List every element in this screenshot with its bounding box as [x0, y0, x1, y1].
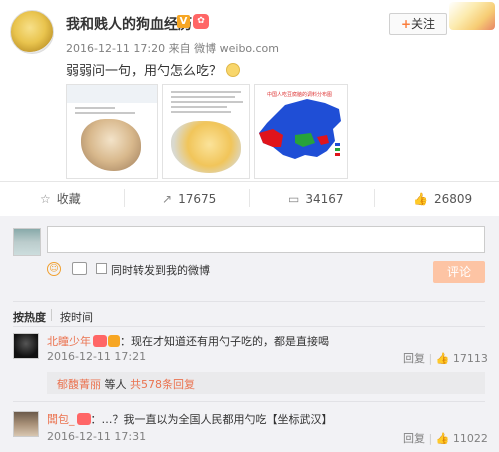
reply-button[interactable]: 回复: [403, 352, 425, 365]
image-upload-icon[interactable]: [72, 262, 87, 275]
comment-input[interactable]: [47, 226, 485, 253]
forward-count: 17675: [178, 192, 217, 206]
divider-comments: [13, 401, 485, 402]
reply-button[interactable]: 回复: [403, 432, 425, 445]
tab-sort-hot[interactable]: 按热度: [13, 309, 46, 325]
comment-avatar[interactable]: [13, 333, 39, 359]
action-separator: [249, 189, 250, 207]
corner-decoration: [449, 2, 495, 30]
star-icon: ☆: [40, 192, 51, 206]
comment-icon: ▭: [288, 192, 300, 206]
comment-author[interactable]: 北瞳少年: [47, 335, 91, 348]
comment-avatar[interactable]: [13, 411, 39, 437]
comment-time: 2016-12-11 17:21: [47, 350, 147, 363]
comment-author[interactable]: 闆包_: [47, 413, 75, 426]
reply-author[interactable]: 郁馥菁丽: [57, 378, 101, 391]
thumbs-up-icon[interactable]: 👍: [436, 432, 450, 445]
current-user-avatar: [13, 228, 41, 256]
like-button[interactable]: 👍 26809: [413, 192, 472, 206]
emoji-picker-icon[interactable]: ☺: [47, 262, 61, 276]
verified-badge-icon: V: [177, 15, 190, 28]
source-prefix: 来自: [168, 42, 191, 55]
repost-checkbox[interactable]: [96, 263, 107, 274]
thumbs-up-icon[interactable]: 👍: [436, 352, 450, 365]
comment-text: ：现在才知道还有用勺子吃的，都是直接喝: [120, 335, 329, 348]
member-icon: ✿: [193, 14, 209, 29]
reply-summary: 郁馥菁丽 等人 共578条回复: [57, 376, 195, 392]
follow-label: 关注: [411, 17, 436, 31]
plus-icon: +: [400, 17, 412, 31]
thumbs-up-icon: 👍: [413, 192, 428, 206]
comment-count: 34167: [305, 192, 344, 206]
action-separator: [374, 189, 375, 207]
like-count: 26809: [433, 192, 473, 206]
poster-username[interactable]: 我和贱人的狗血经历: [66, 14, 192, 34]
submit-comment-button[interactable]: 评论: [433, 261, 485, 283]
favorite-button[interactable]: ☆ 收藏: [40, 192, 81, 206]
post-time[interactable]: 2016-12-11 17:20: [66, 42, 165, 55]
comment-actions: 回复 | 👍 17113: [403, 352, 488, 365]
china-map: [259, 99, 341, 159]
poster-avatar[interactable]: [10, 10, 54, 54]
repost-checkbox-label[interactable]: 同时转发到我的微博: [111, 262, 210, 278]
post-image-3-map[interactable]: 中国人吃豆腐脑的调料分布图: [254, 84, 348, 179]
comment-like-count: 17113: [452, 352, 488, 365]
action-separator: [124, 189, 125, 207]
level-icon: [108, 335, 120, 347]
comment-text: ：…？我一直以为全国人民都用勺吃【坐标武汉】: [90, 413, 333, 426]
reply-middle: 等人: [104, 378, 127, 391]
comment-like-count: 11022: [452, 432, 488, 445]
share-icon: ↗: [162, 192, 173, 206]
reply-count-link[interactable]: 共578条回复: [130, 378, 195, 391]
post-image-2[interactable]: [162, 84, 250, 179]
post-meta: 2016-12-11 17:20 来自 微博 weibo.com: [66, 40, 279, 56]
comment-body: 北瞳少年 ：现在才知道还有用勺子吃的，都是直接喝: [47, 333, 329, 349]
member-icon: [76, 413, 91, 425]
forward-button[interactable]: ↗ 17675: [162, 192, 216, 206]
divider-tabs: [13, 326, 485, 327]
tab-sort-time[interactable]: 按时间: [60, 309, 93, 325]
follow-button[interactable]: +关注: [389, 13, 447, 35]
post-text-content: 弱弱问一句，用勺怎么吃？: [66, 64, 223, 79]
divider-sort: [13, 301, 485, 302]
weibo-post-page: 我和贱人的狗血经历 V ✿ 2016-12-11 17:20 来自 微博 wei…: [0, 0, 499, 452]
comment-button[interactable]: ▭ 34167: [288, 192, 344, 206]
tab-separator: [51, 309, 52, 321]
emoji-icon: [226, 63, 241, 77]
favorite-label: 收藏: [56, 192, 81, 206]
comment-time: 2016-12-11 17:31: [47, 430, 147, 443]
post-source[interactable]: 微博 weibo.com: [194, 42, 279, 55]
comment-actions: 回复 | 👍 11022: [403, 432, 488, 445]
divider-top: [0, 181, 499, 182]
comment-body: 闆包_ ：…？我一直以为全国人民都用勺吃【坐标武汉】: [47, 411, 333, 427]
member-icon: [93, 335, 107, 347]
post-image-1[interactable]: [66, 84, 158, 179]
post-text: 弱弱问一句，用勺怎么吃？: [66, 60, 241, 79]
